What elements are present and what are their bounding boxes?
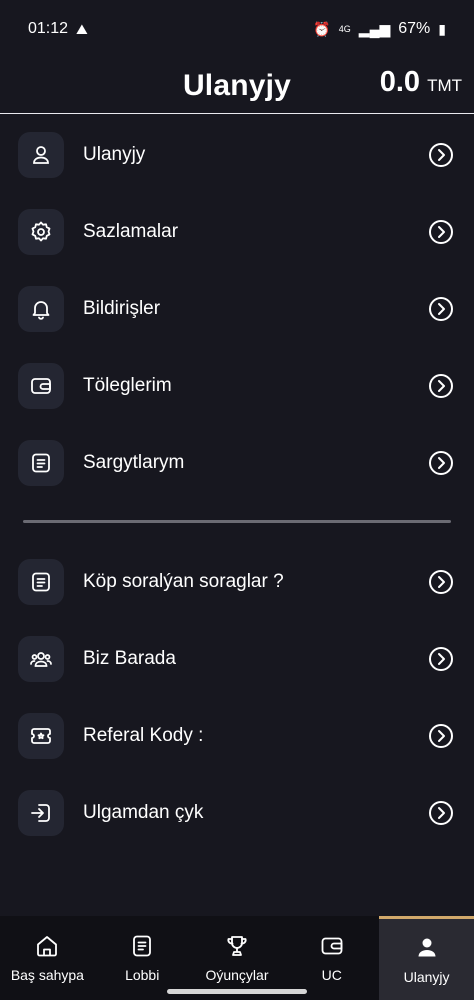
battery-percent: 67% (398, 20, 431, 37)
menu-secondary: Köp soralýan soraglar ? Biz Barada Refer… (0, 543, 474, 851)
user-icon (18, 131, 64, 178)
battery-icon: ▮ (438, 20, 446, 37)
menu-item-notifications[interactable]: Bildirişler (0, 270, 474, 347)
balance-display: 0.0 TMT (380, 66, 462, 99)
nav-players[interactable]: Oýunçylar (190, 916, 285, 1000)
status-left: 01:12 ⛰ (28, 20, 88, 38)
user-filled-icon (418, 938, 436, 956)
menu-primary: Ulanyjy Sazlamalar Bildirişler Tölegleri… (0, 116, 474, 501)
nav-label: UC (321, 967, 342, 983)
section-divider (23, 520, 451, 523)
wallet-icon (18, 362, 64, 409)
menu-item-logout[interactable]: Ulgamdan çyk (0, 774, 474, 851)
notification-icon: ⛰ (76, 20, 88, 37)
chevron-right-icon (429, 373, 453, 398)
app-header: Ulanyjy 0.0 TMT (0, 58, 474, 114)
chevron-right-icon (429, 450, 453, 475)
status-right: ⏰ 4G ▂▄▆ 67% ▮ (313, 20, 446, 38)
balance-unit: TMT (427, 76, 462, 95)
logout-icon (18, 789, 64, 836)
balance-value: 0.0 (379, 66, 421, 98)
home-indicator (167, 989, 307, 994)
bottom-nav: Baş sahypa Lobbi Oýunçylar UC Ulanyjy (0, 916, 474, 1000)
ticket-icon (18, 712, 64, 759)
home-icon (37, 936, 58, 957)
page-title: Ulanyjy (182, 68, 292, 102)
menu-label: Sargytlarym (83, 451, 185, 473)
network-type: 4G (338, 24, 351, 34)
menu-label: Biz Barada (83, 647, 176, 669)
trophy-icon (227, 936, 247, 956)
chevron-right-icon (429, 569, 453, 594)
document-icon (18, 439, 64, 486)
chevron-right-icon (429, 142, 453, 167)
menu-item-faq[interactable]: Köp soralýan soraglar ? (0, 543, 474, 620)
menu-label: Ulanyjy (83, 143, 146, 165)
menu-label: Bildirişler (83, 297, 161, 319)
menu-label: Töleglerim (83, 374, 172, 396)
wallet-icon (321, 937, 343, 955)
alarm-icon: ⏰ (313, 20, 331, 37)
status-bar: 01:12 ⛰ ⏰ 4G ▂▄▆ 67% ▮ (0, 0, 474, 58)
nav-uc[interactable]: UC (284, 916, 379, 1000)
document-icon (18, 558, 64, 605)
status-time: 01:12 (28, 20, 69, 37)
chevron-right-icon (429, 219, 453, 244)
nav-label: Lobbi (125, 967, 160, 983)
nav-lobby[interactable]: Lobbi (95, 916, 190, 1000)
nav-home[interactable]: Baş sahypa (0, 916, 95, 1000)
menu-label: Referal Kody : (83, 724, 204, 746)
nav-profile[interactable]: Ulanyjy (379, 916, 474, 1000)
nav-label: Oýunçylar (205, 967, 269, 983)
signal-icon: ▂▄▆ (358, 20, 391, 37)
bell-icon (18, 285, 64, 332)
chevron-right-icon (429, 723, 453, 748)
menu-label: Ulgamdan çyk (83, 801, 204, 823)
menu-item-profile[interactable]: Ulanyjy (0, 116, 474, 193)
chevron-right-icon (429, 800, 453, 825)
menu-item-about[interactable]: Biz Barada (0, 620, 474, 697)
users-group-icon (18, 635, 64, 682)
document-icon (133, 935, 152, 957)
menu-item-orders[interactable]: Sargytlarym (0, 424, 474, 501)
menu-label: Köp soralýan soraglar ? (83, 570, 284, 592)
gear-icon (18, 208, 64, 255)
nav-label: Ulanyjy (403, 968, 450, 985)
menu-item-payments[interactable]: Töleglerim (0, 347, 474, 424)
menu-item-settings[interactable]: Sazlamalar (0, 193, 474, 270)
nav-label: Baş sahypa (10, 967, 84, 983)
menu-label: Sazlamalar (83, 220, 179, 242)
menu-item-referral[interactable]: Referal Kody : (0, 697, 474, 774)
chevron-right-icon (429, 296, 453, 321)
chevron-right-icon (429, 646, 453, 671)
